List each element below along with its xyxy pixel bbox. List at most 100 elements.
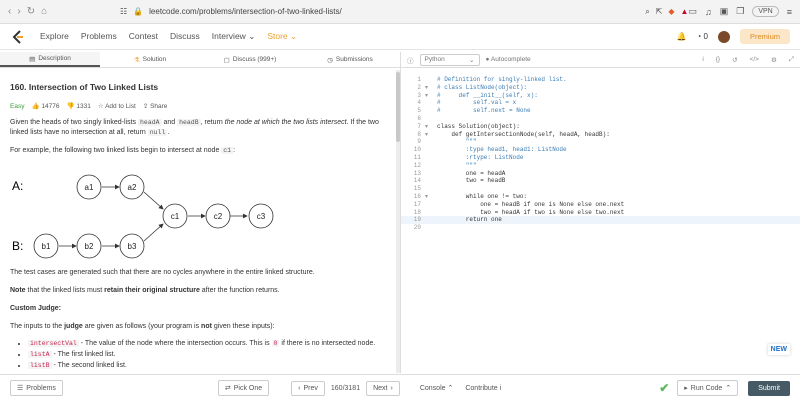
code-line[interactable]: 20 xyxy=(401,224,800,232)
brave-shield-icon[interactable]: ◆ xyxy=(668,7,674,16)
window-icon[interactable]: ▭ xyxy=(688,6,697,17)
next-button[interactable]: Next › xyxy=(366,380,400,396)
autocomplete-toggle[interactable]: ● Autocomplete xyxy=(486,56,531,63)
notification-counter[interactable]: ◔ 0 xyxy=(696,32,708,41)
nav-problems[interactable]: Problems xyxy=(81,31,117,42)
premium-button[interactable]: Premium xyxy=(739,29,790,44)
code-line[interactable]: 14 two = headB xyxy=(401,177,800,185)
share-button[interactable]: ⇪ Share xyxy=(143,102,168,110)
code-line[interactable]: 6 xyxy=(401,115,800,123)
leetcode-logo[interactable] xyxy=(10,29,26,45)
zoom-icon[interactable]: ⌕ xyxy=(645,7,649,17)
fold-arrow-icon[interactable]: ▾ xyxy=(425,84,437,92)
code-line[interactable]: 9 """ xyxy=(401,138,800,146)
code-line[interactable]: 19 return one xyxy=(401,216,800,225)
nav-interview[interactable]: Interview ⌄ xyxy=(212,31,256,42)
play-icon: ▸ xyxy=(684,385,688,392)
code-line[interactable]: 15 xyxy=(401,185,800,193)
fold-arrow-icon[interactable]: ▾ xyxy=(425,131,437,139)
vpn-button[interactable]: VPN xyxy=(752,6,779,17)
nav-explore[interactable]: Explore xyxy=(40,31,69,42)
fold-arrow-icon[interactable]: ▾ xyxy=(425,193,437,201)
avatar[interactable] xyxy=(717,30,730,43)
reload-icon[interactable]: ↻ xyxy=(27,6,35,17)
like-button[interactable]: 👍 14776 xyxy=(31,102,59,110)
fullscreen-icon[interactable]: ⤢ xyxy=(789,56,794,64)
chevron-down-icon: ⌄ xyxy=(469,56,475,64)
nav-store[interactable]: Store ⌄ xyxy=(267,31,297,42)
code-line[interactable]: 16 ▾ while one != two: xyxy=(401,193,800,201)
settings-icon[interactable]: ⚙ xyxy=(771,56,777,64)
home-icon[interactable]: ⌂ xyxy=(41,6,47,17)
code-line[interactable]: 3 ▾ # def __init__(self, x): xyxy=(401,92,800,100)
code-line[interactable]: 1 # Definition for singly-linked list. xyxy=(401,76,800,84)
shuffle-icon: ⇄ xyxy=(224,385,231,392)
new-badge[interactable]: NEW xyxy=(767,344,790,355)
node-a2-label: a2 xyxy=(128,183,137,192)
info-icon[interactable]: ⓘ xyxy=(407,55,414,65)
tab-submissions[interactable]: ◷ Submissions xyxy=(300,52,400,67)
node-c1-label: c1 xyxy=(171,212,180,221)
add-to-list-button[interactable]: ☆ Add to List xyxy=(98,102,136,110)
contribute-button[interactable]: Contribute i xyxy=(465,385,501,392)
dislike-button[interactable]: 👎 1331 xyxy=(66,102,90,110)
code-line[interactable]: 12 """ xyxy=(401,162,800,170)
url-text[interactable]: leetcode.com/problems/intersection-of-tw… xyxy=(149,7,639,16)
run-code-button[interactable]: ▸ Run Code ⌃ xyxy=(677,380,739,396)
problem-paragraph-1: Given the heads of two singly linked-lis… xyxy=(10,119,379,136)
pick-one-button[interactable]: ⇄ Pick One xyxy=(217,380,270,396)
prev-button[interactable]: ‹ Prev xyxy=(291,380,325,396)
problem-meta: Easy 👍 14776 👎 1331 ☆ Add to List ⇪ Shar… xyxy=(10,102,386,111)
submit-button[interactable]: Submit xyxy=(748,380,790,396)
music-icon[interactable]: ♫ xyxy=(705,7,712,17)
wallet-icon[interactable]: ▣ xyxy=(720,6,729,17)
code-icon[interactable]: </> xyxy=(750,56,759,64)
bottom-bar: ☰ Problems ⇄ Pick One ‹ Prev 160/3181 Next ›… xyxy=(0,374,800,401)
info-icon[interactable]: i xyxy=(702,56,703,64)
back-icon[interactable]: ‹ xyxy=(8,6,11,17)
line-number: 19 xyxy=(413,216,421,224)
forward-icon[interactable]: › xyxy=(17,6,20,17)
code-line[interactable]: 13 one = headA xyxy=(401,170,800,178)
description-icon: ▤ xyxy=(29,55,36,63)
fold-arrow-icon[interactable]: ▾ xyxy=(425,123,437,131)
reset-icon[interactable]: ↺ xyxy=(732,56,737,64)
problem-paragraph-5: The inputs to the judge are given as fol… xyxy=(10,323,275,330)
code-line[interactable]: 8 ▾ def getIntersectionNode(self, headA, … xyxy=(401,131,800,139)
nav-contest[interactable]: Contest xyxy=(129,31,158,42)
code-line[interactable]: 7 ▾ class Solution(object): xyxy=(401,123,800,131)
bell-icon[interactable]: 🔔 xyxy=(677,32,687,41)
code-line[interactable]: 5 # self.next = None xyxy=(401,107,800,115)
fold-arrow-icon[interactable]: ▾ xyxy=(425,92,437,100)
tab-discuss[interactable]: ▢ Discuss (999+) xyxy=(200,52,300,67)
code-line[interactable]: 17 one = headB if one is None else one.n… xyxy=(401,201,800,209)
tab-description[interactable]: ▤ Description xyxy=(0,52,100,67)
nav-discuss[interactable]: Discuss xyxy=(170,31,200,42)
code-line[interactable]: 10 :type head1, head1: ListNode xyxy=(401,146,800,154)
tune-icon[interactable]: ☷ xyxy=(120,7,127,16)
browser-bar: ‹ › ↻ ⌂ ☷ 🔒 leetcode.com/problems/inters… xyxy=(0,0,800,24)
tabs-icon[interactable]: ❐ xyxy=(736,6,744,17)
code-line[interactable]: 18 two = headA if two is None else two.n… xyxy=(401,209,800,217)
code-line[interactable]: 4 # self.val = x xyxy=(401,99,800,107)
code-line[interactable]: 11 :rtype: ListNode xyxy=(401,154,800,162)
language-select[interactable]: Python ⌄ xyxy=(419,53,480,66)
address-bar[interactable]: ☷ 🔒 leetcode.com/problems/intersection-o… xyxy=(120,7,688,17)
line-number: 17 xyxy=(413,200,421,208)
tab-solution[interactable]: ⚗ Solution xyxy=(100,52,200,67)
star-icon: ☆ xyxy=(97,103,104,110)
code-area[interactable]: 1 # Definition for singly-linked list. 2 ▾ #… xyxy=(401,76,800,232)
problems-button[interactable]: ☰ Problems xyxy=(10,380,63,396)
share-icon[interactable]: ⇱ xyxy=(656,7,663,16)
thumb-up-icon: 👍 xyxy=(31,103,40,110)
menu-icon[interactable]: ≡ xyxy=(787,7,792,17)
line-number: 10 xyxy=(413,146,421,154)
chevron-down-icon: ⌄ xyxy=(290,31,298,41)
node-b1-label: b1 xyxy=(42,242,51,251)
code-line[interactable]: 2 ▾ # class ListNode(object): xyxy=(401,84,800,92)
braces-icon[interactable]: {} xyxy=(716,56,720,64)
line-number: 7 xyxy=(417,122,421,130)
console-button[interactable]: Console ⌃ xyxy=(420,384,454,392)
problem-paragraph-4: Note that the linked lists must retain t… xyxy=(10,287,280,294)
brave-rewards-icon[interactable]: ▲ xyxy=(681,7,689,16)
